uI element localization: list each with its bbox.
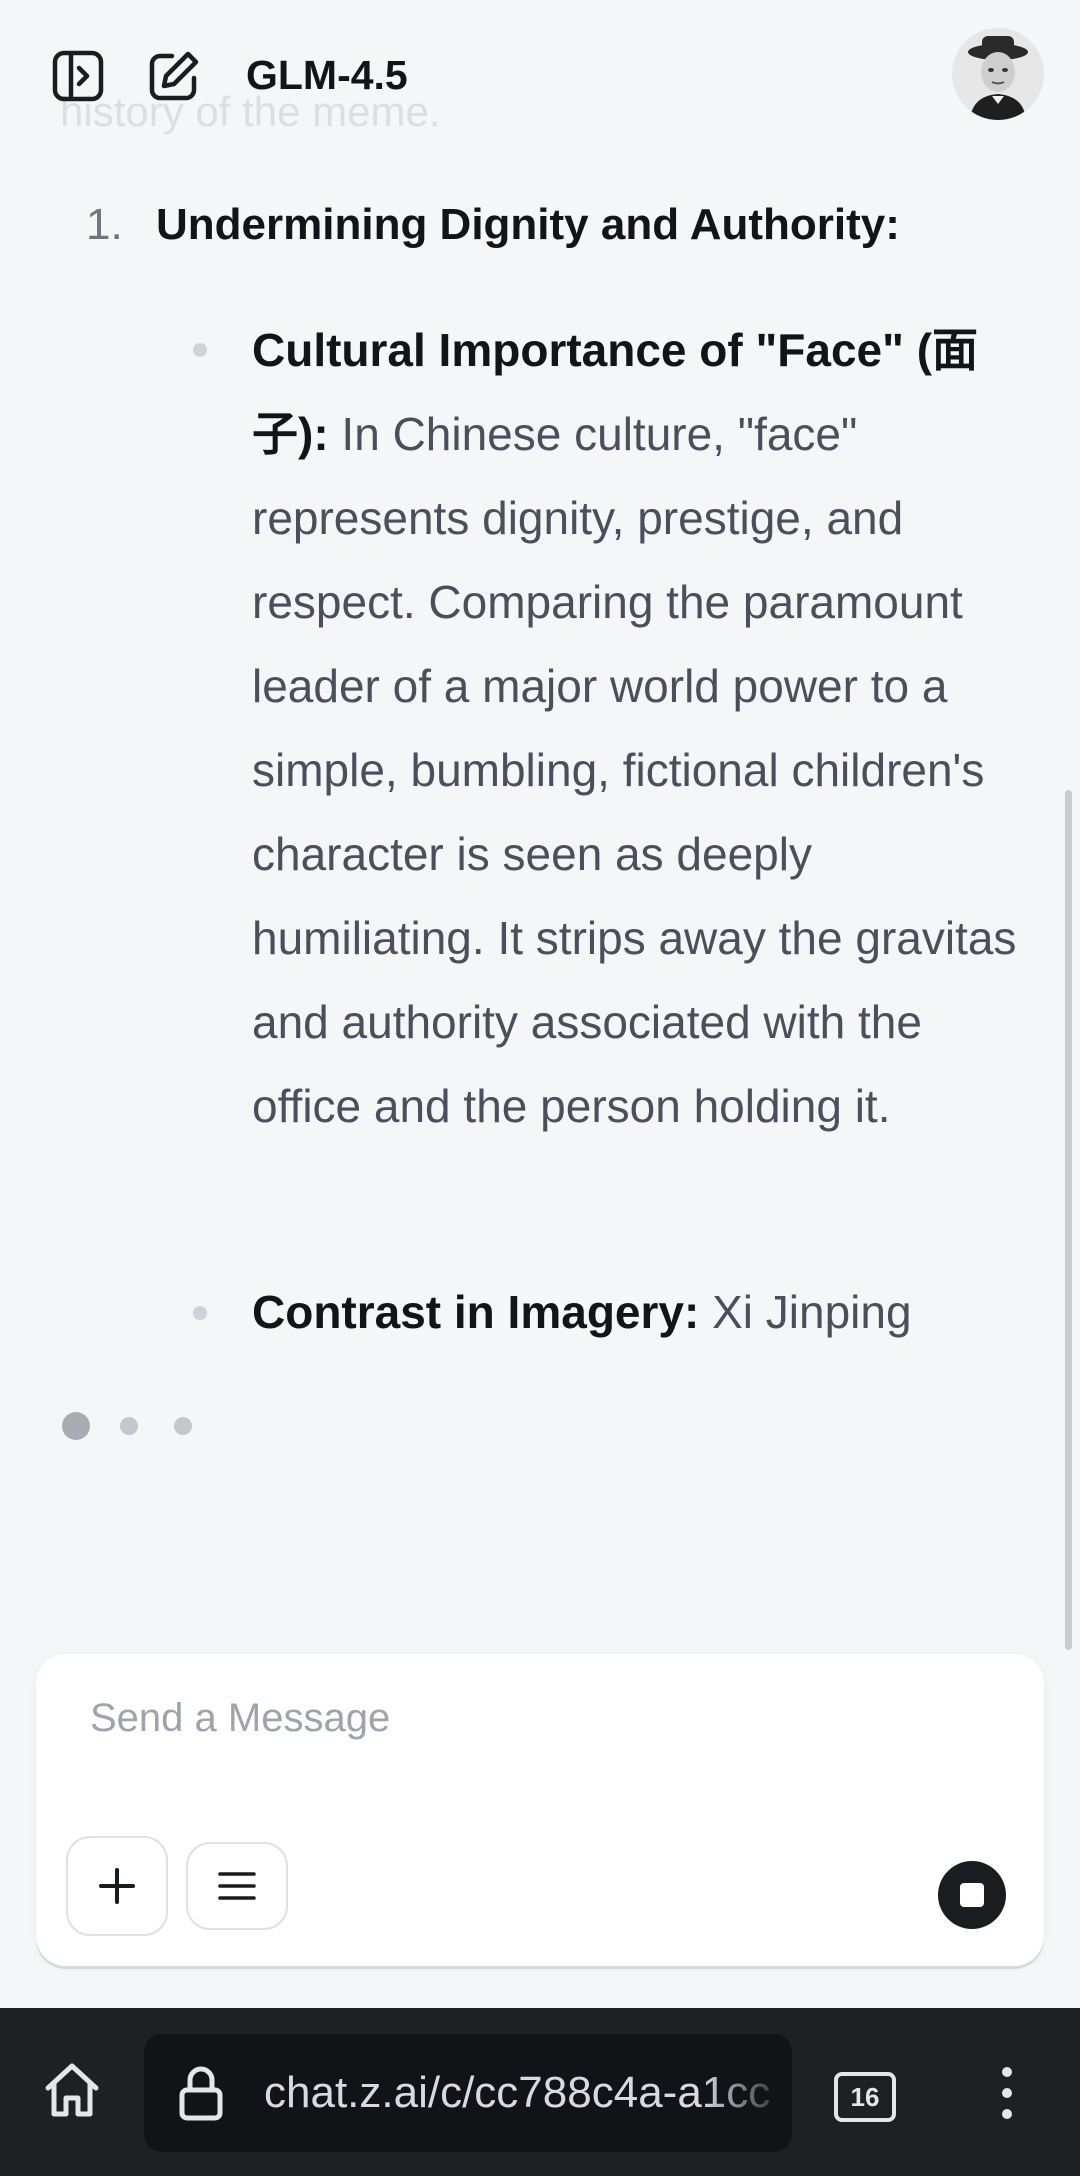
- list-heading: Undermining Dignity and Authority:: [156, 200, 900, 249]
- avatar[interactable]: [952, 28, 1044, 120]
- typing-dot: [62, 1412, 90, 1440]
- home-icon[interactable]: [40, 2058, 104, 2127]
- scrollbar[interactable]: [1065, 790, 1072, 1650]
- browser-toolbar: chat.z.ai/c/cc788c4a-a1cc 16: [0, 2008, 1080, 2176]
- address-bar[interactable]: chat.z.ai/c/cc788c4a-a1cc: [144, 2034, 792, 2152]
- bullet-marker: [193, 343, 207, 357]
- new-chat-icon[interactable]: [146, 48, 202, 104]
- model-title[interactable]: GLM-4.5: [246, 52, 408, 99]
- list-item: Contrast in Imagery: Xi Jinping: [252, 1270, 1032, 1354]
- stop-generating-button[interactable]: [938, 1861, 1006, 1929]
- typing-dot: [174, 1417, 192, 1435]
- message-composer: Send a Message: [36, 1654, 1044, 1966]
- menu-icon: [218, 1872, 256, 1900]
- bullet-marker: [193, 1306, 207, 1320]
- attach-button[interactable]: [66, 1836, 168, 1936]
- stop-icon: [960, 1883, 984, 1907]
- bullet-text: In Chinese culture, "face" represents di…: [252, 408, 1017, 1132]
- plus-icon: [99, 1868, 135, 1904]
- typing-dot: [120, 1417, 138, 1435]
- url-text: chat.z.ai/c/cc788c4a-a1cc: [264, 2068, 771, 2117]
- bullet-title: Contrast in Imagery:: [252, 1286, 700, 1338]
- tab-switcher-button[interactable]: 16: [834, 2072, 896, 2122]
- tools-button[interactable]: [186, 1842, 288, 1930]
- url-fade: [702, 2034, 792, 2152]
- sidebar-toggle-icon[interactable]: [50, 48, 106, 104]
- chat-header: history of the meme. GLM-4.5: [0, 0, 1080, 150]
- message-input[interactable]: Send a Message: [90, 1696, 390, 1741]
- list-number: 1.: [86, 200, 123, 249]
- bullet-text: Xi Jinping: [699, 1286, 912, 1338]
- more-icon[interactable]: [996, 2064, 1018, 2127]
- lock-icon: [178, 2064, 224, 2127]
- list-item: Cultural Importance of "Face" (面子): In C…: [252, 308, 1032, 1148]
